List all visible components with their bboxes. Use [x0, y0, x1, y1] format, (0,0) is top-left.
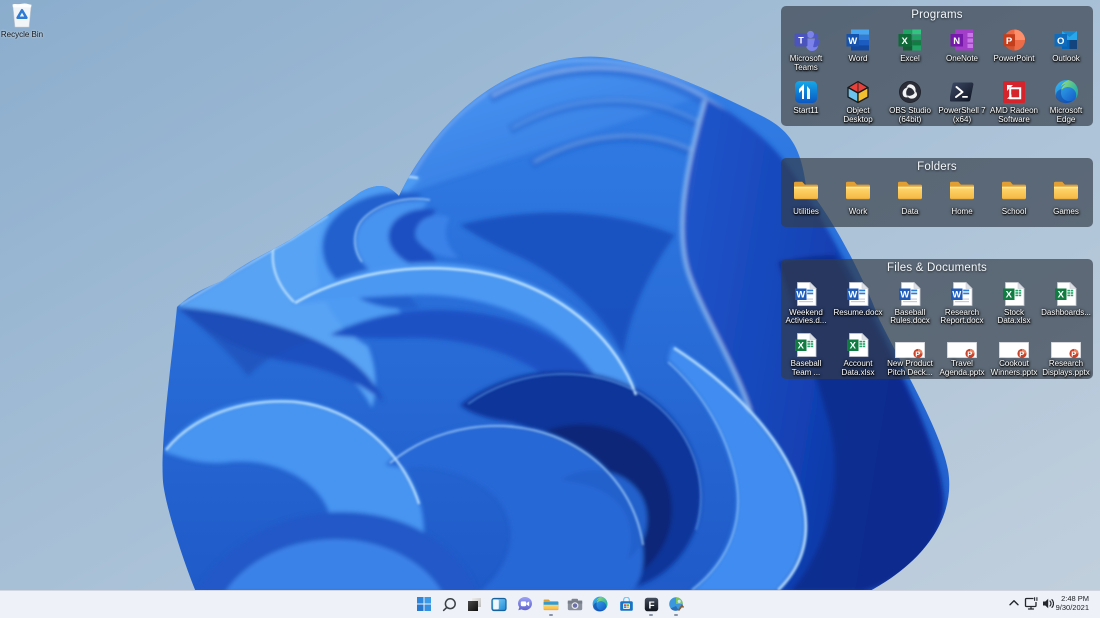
svg-text:W: W — [848, 36, 857, 47]
svg-text:T: T — [798, 36, 804, 46]
svg-text:N: N — [953, 36, 960, 47]
svg-text:F: F — [648, 600, 654, 611]
svg-text:P: P — [1006, 36, 1013, 47]
svg-text:O: O — [1057, 36, 1064, 47]
svg-text:X: X — [902, 36, 909, 47]
